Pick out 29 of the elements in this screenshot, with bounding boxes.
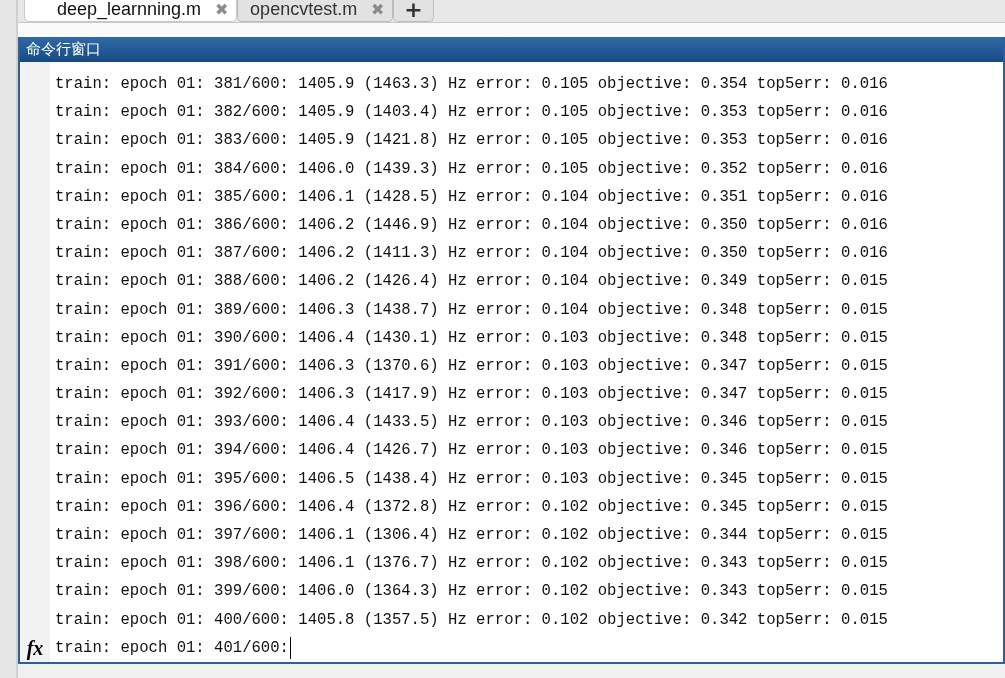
output-line: train: epoch 01: 400/600: 1405.8 (1357.5) Hz error: 0.102 objective: 0.342 top5err: 0.015 — [55, 609, 889, 631]
output-line: train: epoch 01: 396/600: 1406.4 (1372.8) Hz error: 0.102 objective: 0.345 top5err: 0.015 — [55, 496, 889, 518]
output-line: train: epoch 01: 381/600: 1405.9 (1463.3) Hz error: 0.105 objective: 0.354 top5err: 0.016 — [55, 74, 889, 95]
output-line: train: epoch 01: 394/600: 1406.4 (1426.7) Hz error: 0.103 objective: 0.346 top5err: 0.015 — [55, 440, 889, 462]
output-line: train: epoch 01: 395/600: 1406.5 (1438.4) Hz error: 0.103 objective: 0.345 top5err: 0.015 — [55, 468, 889, 490]
output-line: train: epoch 01: 388/600: 1406.2 (1426.4) Hz error: 0.104 objective: 0.349 top5err: 0.015 — [55, 271, 889, 293]
function-browser-button[interactable]: fx — [24, 636, 46, 660]
output-line: train: epoch 01: 391/600: 1406.3 (1370.6) Hz error: 0.103 objective: 0.347 top5err: 0.015 — [55, 355, 889, 377]
output-line: train: epoch 01: 393/600: 1406.4 (1433.5) Hz error: 0.103 objective: 0.346 top5err: 0.015 — [55, 412, 889, 434]
output-line: train: epoch 01: 389/600: 1406.3 (1438.7) Hz error: 0.104 objective: 0.348 top5err: 0.015 — [55, 299, 889, 321]
output-line: train: epoch 01: 397/600: 1406.1 (1306.4) Hz error: 0.102 objective: 0.344 top5err: 0.015 — [55, 525, 889, 546]
output-line: train: epoch 01: 385/600: 1406.1 (1428.5) Hz error: 0.104 objective: 0.351 top5err: 0.016 — [55, 186, 889, 208]
output-line: train: epoch 01: 383/600: 1405.9 (1421.8) Hz error: 0.105 objective: 0.353 top5err: 0.016 — [55, 130, 889, 152]
output-line: train: epoch 01: 398/600: 1406.1 (1376.7) Hz error: 0.102 objective: 0.343 top5err: 0.015 — [55, 553, 889, 575]
output-line: train: epoch 01: 390/600: 1406.4 (1430.1) Hz error: 0.103 objective: 0.348 top5err: 0.015 — [55, 327, 889, 349]
text-cursor — [289, 636, 291, 659]
output-line: train: epoch 01: 382/600: 1405.9 (1403.4) Hz error: 0.105 objective: 0.353 top5err: 0.016 — [55, 102, 889, 124]
tab-label: deep_learnning.m — [57, 0, 202, 20]
output-line: train: epoch 01: 392/600: 1406.3 (1417.9) Hz error: 0.103 objective: 0.347 top5err: 0.015 — [55, 384, 889, 406]
tab-label: opencvtest.m — [250, 0, 358, 20]
output-line: train: epoch 01: 399/600: 1406.0 (1364.3) Hz error: 0.102 objective: 0.343 top5err: 0.015 — [55, 581, 889, 603]
panel-title: 命令行窗口 — [26, 40, 101, 59]
command-input[interactable]: train: epoch 01: 401/600: — [55, 633, 289, 662]
output-line: train: epoch 01: 384/600: 1406.0 (1439.3) Hz error: 0.105 objective: 0.352 top5err: 0.016 — [55, 158, 889, 180]
output-line: train: epoch 01: 386/600: 1406.2 (1446.9) Hz error: 0.104 objective: 0.350 top5err: 0.016 — [55, 214, 889, 236]
editor-tab[interactable]: opencvtest.m ✖ — [237, 0, 394, 22]
editor-tab[interactable]: deep_learnning.m ✖ — [24, 0, 238, 22]
output-line: train: epoch 01: 387/600: 1406.2 (1411.3) Hz error: 0.104 objective: 0.350 top5err: 0.016 — [55, 243, 889, 265]
new-tab-button[interactable]: + — [393, 0, 434, 22]
